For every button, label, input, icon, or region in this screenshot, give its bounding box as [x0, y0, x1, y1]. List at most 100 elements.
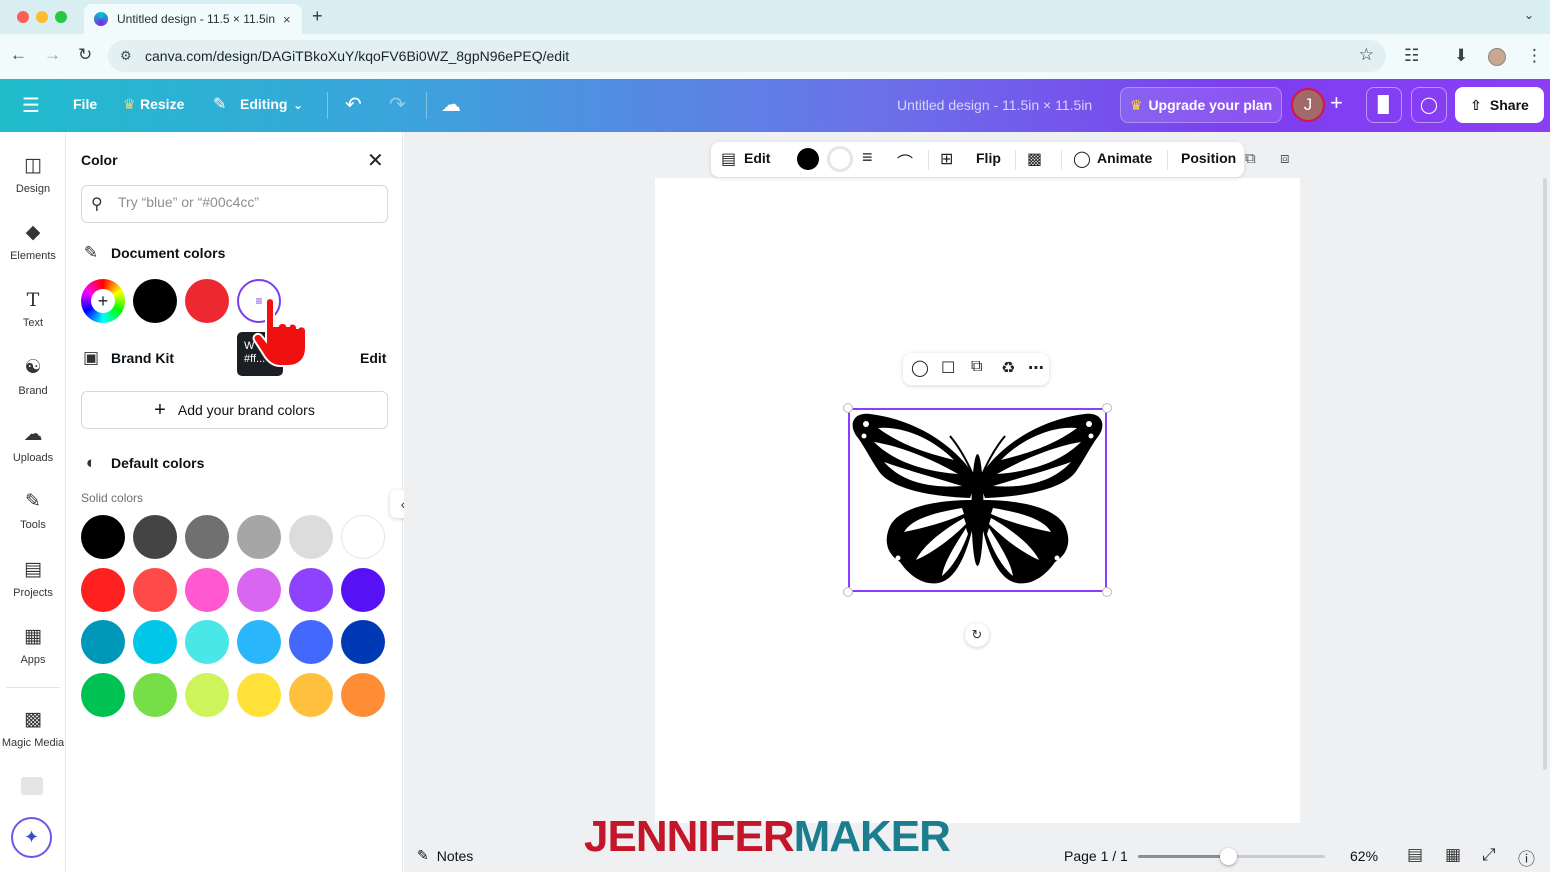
- solid-color-swatch[interactable]: [81, 672, 125, 717]
- chevron-down-icon[interactable]: ⌄: [293, 98, 303, 112]
- undo-icon[interactable]: ↶: [345, 92, 362, 117]
- share-button[interactable]: ⇧ Share: [1455, 87, 1544, 123]
- fill-color-white-swatch[interactable]: [827, 146, 853, 172]
- add-brand-colors-button[interactable]: + Add your brand colors: [81, 391, 388, 429]
- solid-color-swatch[interactable]: [133, 620, 177, 664]
- page-view-icon[interactable]: ▤: [1407, 845, 1423, 865]
- site-info-icon[interactable]: ⚙: [120, 48, 132, 64]
- download-icon[interactable]: ⬇: [1454, 46, 1468, 66]
- help-icon[interactable]: ⓘ: [1518, 845, 1535, 870]
- fill-color-black-swatch[interactable]: [797, 148, 819, 170]
- solid-color-swatch[interactable]: [341, 515, 385, 559]
- tab-search-chevron-icon[interactable]: ⌄: [1524, 8, 1534, 22]
- redo-icon[interactable]: ↷: [389, 92, 406, 117]
- resize-handle-top-left[interactable]: [843, 403, 853, 413]
- solid-color-swatch[interactable]: [289, 567, 333, 612]
- app-thumbnail-icon[interactable]: [21, 777, 43, 795]
- rail-item-magic-media[interactable]: ▩ Magic Media: [0, 708, 66, 749]
- solid-color-swatch[interactable]: [133, 672, 177, 717]
- address-bar[interactable]: ⚙ canva.com/design/DAGiTBkoXuY/kqoFV6Bi0…: [108, 40, 1386, 72]
- magic-sparkle-icon[interactable]: ✦: [11, 817, 52, 858]
- solid-color-swatch[interactable]: [237, 672, 281, 717]
- selected-butterfly-graphic[interactable]: [848, 408, 1107, 592]
- resize-handle-bottom-right[interactable]: [1102, 587, 1112, 597]
- add-collaborator-icon[interactable]: +: [1330, 90, 1343, 116]
- new-tab-button[interactable]: +: [312, 6, 323, 27]
- minimize-window-button[interactable]: [36, 11, 48, 23]
- rail-item-brand[interactable]: ☯ Brand: [0, 356, 66, 397]
- insights-chart-icon[interactable]: ▉: [1366, 87, 1402, 123]
- solid-color-swatch[interactable]: [133, 567, 177, 612]
- upgrade-plan-button[interactable]: ♛ Upgrade your plan: [1120, 87, 1282, 123]
- solid-color-swatch[interactable]: [237, 567, 281, 612]
- page-counter[interactable]: Page 1 / 1: [1064, 848, 1128, 864]
- document-title[interactable]: Untitled design - 11.5in × 11.5in: [897, 97, 1092, 113]
- line-weight-icon[interactable]: ≡: [862, 147, 873, 168]
- zoom-level[interactable]: 62%: [1350, 848, 1378, 864]
- comment-icon[interactable]: ◯: [1411, 87, 1447, 123]
- add-page-icon[interactable]: ⧈: [1280, 150, 1290, 167]
- solid-color-swatch[interactable]: [81, 567, 125, 612]
- delete-icon[interactable]: ♻: [1001, 358, 1015, 378]
- crop-icon[interactable]: ⊞: [940, 149, 953, 169]
- solid-color-swatch[interactable]: [289, 672, 333, 717]
- canvas-scrollbar[interactable]: [1543, 178, 1547, 770]
- zoom-slider[interactable]: [1138, 848, 1325, 865]
- close-window-button[interactable]: [17, 11, 29, 23]
- flip-button[interactable]: Flip: [976, 150, 1001, 166]
- forward-button[interactable]: →: [44, 45, 61, 65]
- solid-color-swatch[interactable]: [81, 620, 125, 664]
- close-tab-button[interactable]: ×: [283, 12, 291, 27]
- resize-handle-top-right[interactable]: [1102, 403, 1112, 413]
- bookmark-star-icon[interactable]: ☆: [1359, 45, 1374, 65]
- solid-color-swatch[interactable]: [237, 620, 281, 664]
- fullscreen-icon[interactable]: ⤢: [1482, 845, 1496, 865]
- solid-color-swatch[interactable]: [185, 620, 229, 664]
- color-search-input[interactable]: [118, 194, 378, 210]
- document-color-swatch[interactable]: [185, 279, 229, 323]
- edit-button[interactable]: Edit: [744, 150, 770, 166]
- rail-item-apps[interactable]: ▦ Apps: [0, 625, 66, 666]
- lock-icon[interactable]: ☐: [941, 358, 955, 378]
- brand-kit-heading[interactable]: ▣ Brand Kit: [81, 348, 174, 368]
- solid-color-swatch[interactable]: [81, 515, 125, 559]
- back-button[interactable]: ←: [10, 45, 27, 65]
- rotate-handle-icon[interactable]: ↻: [965, 623, 989, 647]
- user-avatar[interactable]: J: [1291, 88, 1325, 122]
- rail-item-text[interactable]: T Text: [0, 288, 66, 329]
- solid-color-swatch[interactable]: [185, 567, 229, 612]
- duplicate-page-icon[interactable]: ⧉: [1245, 150, 1256, 167]
- solid-color-swatch[interactable]: [185, 515, 229, 559]
- rail-item-design[interactable]: ◫ Design: [0, 154, 66, 195]
- rail-item-uploads[interactable]: ☁ Uploads: [0, 423, 66, 464]
- rail-item-tools[interactable]: ✎ Tools: [0, 490, 66, 531]
- hamburger-menu-icon[interactable]: ☰: [22, 93, 40, 118]
- extensions-icon[interactable]: ☷: [1404, 46, 1419, 66]
- close-icon[interactable]: ✕: [367, 148, 384, 173]
- reload-button[interactable]: ↻: [78, 45, 92, 65]
- animate-button[interactable]: Animate: [1097, 150, 1152, 166]
- document-color-swatch[interactable]: [133, 279, 177, 323]
- add-comment-icon[interactable]: ◯: [911, 358, 929, 378]
- transparency-icon[interactable]: ▩: [1027, 149, 1042, 169]
- browser-tab[interactable]: Untitled design - 11.5 × 11.5in ×: [84, 4, 302, 34]
- grid-view-icon[interactable]: ▦: [1445, 845, 1461, 865]
- resize-handle-bottom-left[interactable]: [843, 587, 853, 597]
- rail-item-projects[interactable]: ▤ Projects: [0, 558, 66, 599]
- cloud-save-icon[interactable]: ☁: [441, 92, 461, 117]
- position-button[interactable]: Position: [1181, 150, 1236, 166]
- editing-mode-button[interactable]: Editing: [240, 96, 287, 112]
- notes-button[interactable]: ✎ Notes: [417, 847, 473, 864]
- solid-color-swatch[interactable]: [185, 672, 229, 717]
- browser-menu-icon[interactable]: ⋮: [1526, 46, 1543, 66]
- rail-item-elements[interactable]: ◆ Elements: [0, 221, 66, 262]
- zoom-slider-handle[interactable]: [1219, 848, 1237, 865]
- zoom-window-button[interactable]: [55, 11, 67, 23]
- more-options-icon[interactable]: ⋯: [1028, 358, 1044, 378]
- solid-color-swatch[interactable]: [133, 515, 177, 559]
- duplicate-icon[interactable]: ⧉: [971, 358, 982, 376]
- solid-color-swatch[interactable]: [341, 620, 385, 664]
- solid-color-swatch[interactable]: [341, 672, 385, 717]
- file-menu-button[interactable]: File: [73, 96, 97, 112]
- corner-rounding-icon[interactable]: ⌒: [897, 149, 913, 173]
